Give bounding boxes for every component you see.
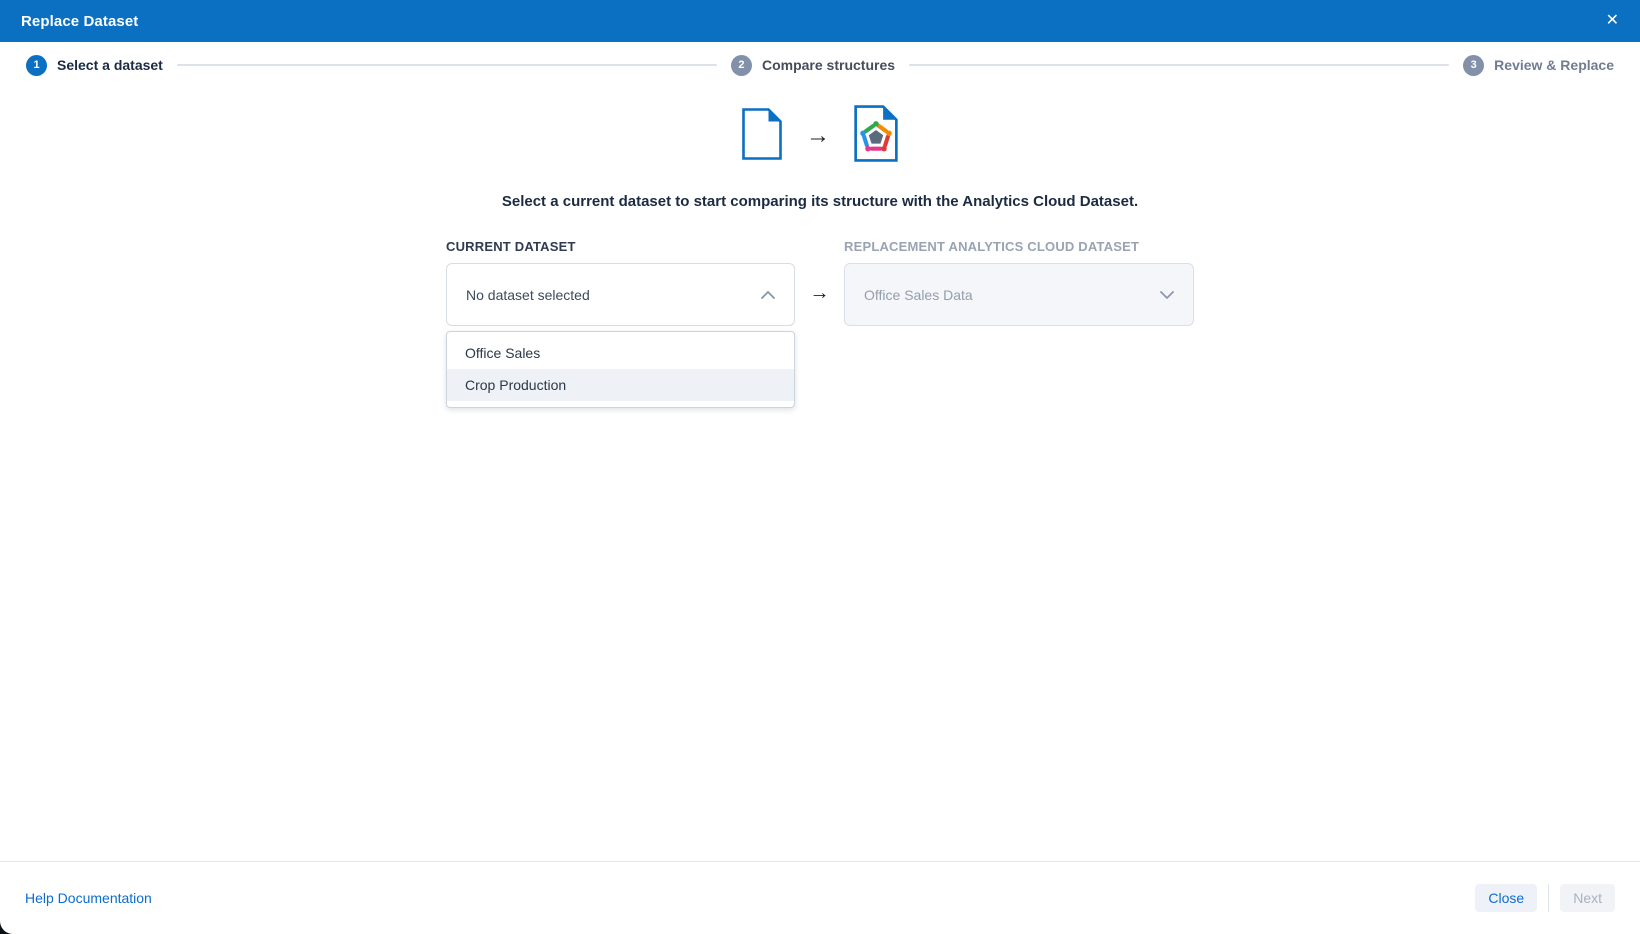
step-2-indicator: 2 [731,55,752,76]
replacement-dataset-column: REPLACEMENT ANALYTICS CLOUD DATASET Offi… [844,239,1194,326]
modal-header: Replace Dataset ✕ [0,0,1640,42]
dataset-selectors: CURRENT DATASET No dataset selected Offi… [446,239,1194,326]
replacement-dataset-value: Office Sales Data [864,287,973,303]
instruction-text: Select a current dataset to start compar… [0,193,1640,210]
step-review-replace: 3 Review & Replace [1463,55,1614,76]
help-documentation-link[interactable]: Help Documentation [25,890,152,906]
dataset-illustration: → [0,105,1640,167]
replacement-dataset-combobox: Office Sales Data [844,263,1194,326]
current-dataset-combobox[interactable]: No dataset selected [446,263,795,326]
window-corner-mask [0,914,30,934]
analytics-dataset-icon [854,105,898,167]
option-office-sales[interactable]: Office Sales [447,337,794,369]
step-2-label: Compare structures [762,57,895,73]
step-connector [909,64,1449,66]
close-button[interactable]: Close [1475,884,1537,912]
option-crop-production[interactable]: Crop Production [447,369,794,401]
step-1-label: Select a dataset [57,57,163,73]
transfer-arrow-icon: → [810,283,830,303]
next-button[interactable]: Next [1560,884,1615,912]
current-dataset-label: CURRENT DATASET [446,239,795,255]
step-1-indicator: 1 [26,55,47,76]
transfer-arrow: → [795,239,844,326]
blank-document-icon [742,108,782,165]
chevron-down-icon [1160,291,1174,299]
close-icon[interactable]: ✕ [1606,13,1619,29]
current-dataset-column: CURRENT DATASET No dataset selected Offi… [446,239,795,326]
current-dataset-value: No dataset selected [466,287,590,303]
modal-title: Replace Dataset [21,13,138,30]
footer-bar: Help Documentation Close Next [0,861,1640,934]
footer-actions: Close Next [1475,884,1615,912]
step-connector [177,64,717,66]
arrow-icon: → [806,124,830,148]
step-compare-structures: 2 Compare structures [731,55,895,76]
step-3-label: Review & Replace [1494,57,1614,73]
button-divider [1548,884,1549,912]
step-3-indicator: 3 [1463,55,1484,76]
chevron-up-icon [761,291,775,299]
replacement-dataset-label: REPLACEMENT ANALYTICS CLOUD DATASET [844,239,1194,255]
progress-steps: 1 Select a dataset 2 Compare structures … [0,42,1640,88]
dataset-options-menu: Office Sales Crop Production [446,331,795,408]
step-select-dataset: 1 Select a dataset [26,55,163,76]
